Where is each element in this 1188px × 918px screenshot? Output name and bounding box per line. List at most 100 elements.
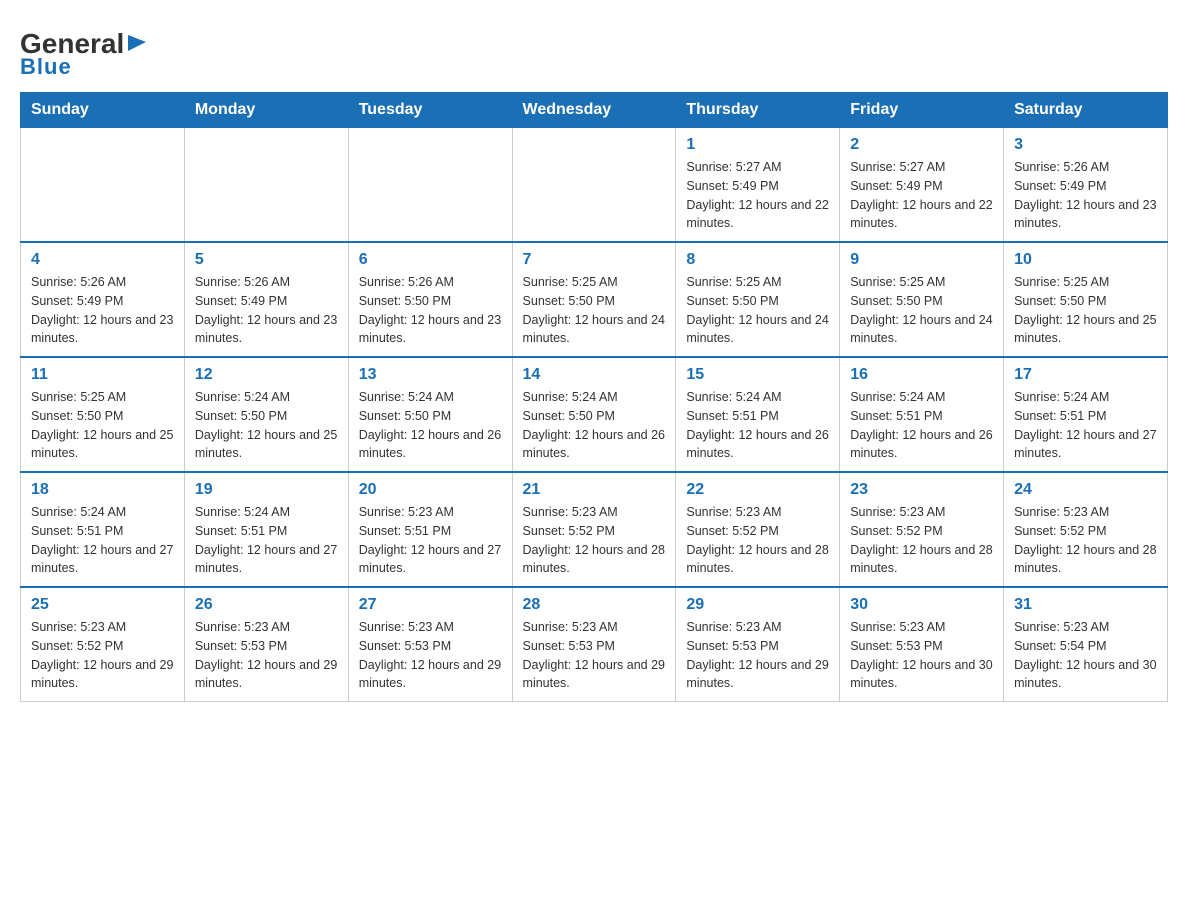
- day-info: Sunrise: 5:25 AM Sunset: 5:50 PM Dayligh…: [850, 273, 993, 348]
- calendar-cell: 13 Sunrise: 5:24 AM Sunset: 5:50 PM Dayli…: [348, 357, 512, 472]
- day-number: 3: [1014, 136, 1157, 154]
- day-number: 16: [850, 366, 993, 384]
- calendar-cell: [21, 128, 185, 243]
- day-info: Sunrise: 5:26 AM Sunset: 5:49 PM Dayligh…: [195, 273, 338, 348]
- calendar-cell: [184, 128, 348, 243]
- day-number: 31: [1014, 596, 1157, 614]
- calendar-cell: 26 Sunrise: 5:23 AM Sunset: 5:53 PM Dayli…: [184, 587, 348, 702]
- day-info: Sunrise: 5:26 AM Sunset: 5:50 PM Dayligh…: [359, 273, 502, 348]
- calendar-cell: 27 Sunrise: 5:23 AM Sunset: 5:53 PM Dayli…: [348, 587, 512, 702]
- day-info: Sunrise: 5:24 AM Sunset: 5:51 PM Dayligh…: [31, 503, 174, 578]
- day-number: 23: [850, 481, 993, 499]
- day-info: Sunrise: 5:24 AM Sunset: 5:51 PM Dayligh…: [686, 388, 829, 463]
- day-number: 12: [195, 366, 338, 384]
- calendar-cell: 21Sunrise: 5:23 AM Sunset: 5:52 PM Dayli…: [512, 472, 676, 587]
- calendar-cell: 2 Sunrise: 5:27 AM Sunset: 5:49 PM Daylig…: [840, 128, 1004, 243]
- day-info: Sunrise: 5:24 AM Sunset: 5:51 PM Dayligh…: [1014, 388, 1157, 463]
- day-number: 17: [1014, 366, 1157, 384]
- calendar-cell: 24Sunrise: 5:23 AM Sunset: 5:52 PM Dayli…: [1004, 472, 1168, 587]
- calendar-cell: 23 Sunrise: 5:23 AM Sunset: 5:52 PM Dayli…: [840, 472, 1004, 587]
- day-number: 13: [359, 366, 502, 384]
- weekday-header-thursday: Thursday: [676, 93, 840, 128]
- day-number: 29: [686, 596, 829, 614]
- weekday-header-row: SundayMondayTuesdayWednesdayThursdayFrid…: [21, 93, 1168, 128]
- day-number: 26: [195, 596, 338, 614]
- weekday-header-monday: Monday: [184, 93, 348, 128]
- day-info: Sunrise: 5:25 AM Sunset: 5:50 PM Dayligh…: [523, 273, 666, 348]
- day-info: Sunrise: 5:23 AM Sunset: 5:54 PM Dayligh…: [1014, 618, 1157, 693]
- calendar-cell: 31 Sunrise: 5:23 AM Sunset: 5:54 PM Dayli…: [1004, 587, 1168, 702]
- calendar-cell: 4 Sunrise: 5:26 AM Sunset: 5:49 PM Daylig…: [21, 242, 185, 357]
- calendar-cell: 10 Sunrise: 5:25 AM Sunset: 5:50 PM Dayli…: [1004, 242, 1168, 357]
- day-info: Sunrise: 5:23 AM Sunset: 5:53 PM Dayligh…: [686, 618, 829, 693]
- day-number: 21: [523, 481, 666, 499]
- day-info: Sunrise: 5:27 AM Sunset: 5:49 PM Dayligh…: [686, 158, 829, 233]
- day-info: Sunrise: 5:23 AM Sunset: 5:53 PM Dayligh…: [195, 618, 338, 693]
- day-number: 28: [523, 596, 666, 614]
- day-number: 30: [850, 596, 993, 614]
- logo-arrow-icon: [126, 31, 148, 53]
- day-number: 22: [686, 481, 829, 499]
- day-number: 25: [31, 596, 174, 614]
- day-info: Sunrise: 5:24 AM Sunset: 5:50 PM Dayligh…: [523, 388, 666, 463]
- calendar-cell: 25 Sunrise: 5:23 AM Sunset: 5:52 PM Dayli…: [21, 587, 185, 702]
- calendar-cell: 28 Sunrise: 5:23 AM Sunset: 5:53 PM Dayli…: [512, 587, 676, 702]
- calendar-cell: 29 Sunrise: 5:23 AM Sunset: 5:53 PM Dayli…: [676, 587, 840, 702]
- calendar-cell: 18 Sunrise: 5:24 AM Sunset: 5:51 PM Dayli…: [21, 472, 185, 587]
- day-info: Sunrise: 5:27 AM Sunset: 5:49 PM Dayligh…: [850, 158, 993, 233]
- day-number: 4: [31, 251, 174, 269]
- day-info: Sunrise: 5:26 AM Sunset: 5:49 PM Dayligh…: [31, 273, 174, 348]
- day-number: 5: [195, 251, 338, 269]
- page-header: General Blue: [20, 20, 1168, 80]
- day-number: 7: [523, 251, 666, 269]
- day-number: 8: [686, 251, 829, 269]
- day-info: Sunrise: 5:25 AM Sunset: 5:50 PM Dayligh…: [31, 388, 174, 463]
- day-info: Sunrise: 5:23 AM Sunset: 5:52 PM Dayligh…: [1014, 503, 1157, 578]
- calendar-cell: 5 Sunrise: 5:26 AM Sunset: 5:49 PM Daylig…: [184, 242, 348, 357]
- calendar-week-row-3: 11 Sunrise: 5:25 AM Sunset: 5:50 PM Dayli…: [21, 357, 1168, 472]
- calendar-cell: 8 Sunrise: 5:25 AM Sunset: 5:50 PM Daylig…: [676, 242, 840, 357]
- day-info: Sunrise: 5:23 AM Sunset: 5:52 PM Dayligh…: [686, 503, 829, 578]
- calendar-cell: 20Sunrise: 5:23 AM Sunset: 5:51 PM Dayli…: [348, 472, 512, 587]
- day-info: Sunrise: 5:23 AM Sunset: 5:53 PM Dayligh…: [523, 618, 666, 693]
- weekday-header-tuesday: Tuesday: [348, 93, 512, 128]
- weekday-header-sunday: Sunday: [21, 93, 185, 128]
- day-info: Sunrise: 5:24 AM Sunset: 5:50 PM Dayligh…: [359, 388, 502, 463]
- day-info: Sunrise: 5:25 AM Sunset: 5:50 PM Dayligh…: [1014, 273, 1157, 348]
- day-number: 14: [523, 366, 666, 384]
- day-info: Sunrise: 5:23 AM Sunset: 5:52 PM Dayligh…: [31, 618, 174, 693]
- calendar-week-row-5: 25 Sunrise: 5:23 AM Sunset: 5:52 PM Dayli…: [21, 587, 1168, 702]
- day-info: Sunrise: 5:24 AM Sunset: 5:50 PM Dayligh…: [195, 388, 338, 463]
- day-number: 6: [359, 251, 502, 269]
- calendar-cell: 7 Sunrise: 5:25 AM Sunset: 5:50 PM Daylig…: [512, 242, 676, 357]
- calendar-cell: 19Sunrise: 5:24 AM Sunset: 5:51 PM Dayli…: [184, 472, 348, 587]
- calendar-table: SundayMondayTuesdayWednesdayThursdayFrid…: [20, 92, 1168, 702]
- calendar-cell: 14 Sunrise: 5:24 AM Sunset: 5:50 PM Dayli…: [512, 357, 676, 472]
- day-number: 11: [31, 366, 174, 384]
- day-info: Sunrise: 5:23 AM Sunset: 5:52 PM Dayligh…: [850, 503, 993, 578]
- day-number: 10: [1014, 251, 1157, 269]
- day-info: Sunrise: 5:24 AM Sunset: 5:51 PM Dayligh…: [850, 388, 993, 463]
- calendar-cell: 12 Sunrise: 5:24 AM Sunset: 5:50 PM Dayli…: [184, 357, 348, 472]
- day-info: Sunrise: 5:23 AM Sunset: 5:53 PM Dayligh…: [359, 618, 502, 693]
- logo-blue: Blue: [20, 54, 72, 80]
- logo: General Blue: [20, 20, 148, 80]
- calendar-cell: 1 Sunrise: 5:27 AM Sunset: 5:49 PM Daylig…: [676, 128, 840, 243]
- day-number: 15: [686, 366, 829, 384]
- calendar-week-row-2: 4 Sunrise: 5:26 AM Sunset: 5:49 PM Daylig…: [21, 242, 1168, 357]
- day-info: Sunrise: 5:26 AM Sunset: 5:49 PM Dayligh…: [1014, 158, 1157, 233]
- calendar-cell: 3 Sunrise: 5:26 AM Sunset: 5:49 PM Daylig…: [1004, 128, 1168, 243]
- calendar-cell: 17 Sunrise: 5:24 AM Sunset: 5:51 PM Dayli…: [1004, 357, 1168, 472]
- calendar-cell: 11 Sunrise: 5:25 AM Sunset: 5:50 PM Dayli…: [21, 357, 185, 472]
- day-number: 2: [850, 136, 993, 154]
- calendar-cell: 9Sunrise: 5:25 AM Sunset: 5:50 PM Daylig…: [840, 242, 1004, 357]
- day-number: 1: [686, 136, 829, 154]
- calendar-cell: 6 Sunrise: 5:26 AM Sunset: 5:50 PM Daylig…: [348, 242, 512, 357]
- day-number: 18: [31, 481, 174, 499]
- day-number: 20: [359, 481, 502, 499]
- weekday-header-friday: Friday: [840, 93, 1004, 128]
- calendar-cell: 22 Sunrise: 5:23 AM Sunset: 5:52 PM Dayli…: [676, 472, 840, 587]
- day-number: 27: [359, 596, 502, 614]
- weekday-header-wednesday: Wednesday: [512, 93, 676, 128]
- day-info: Sunrise: 5:25 AM Sunset: 5:50 PM Dayligh…: [686, 273, 829, 348]
